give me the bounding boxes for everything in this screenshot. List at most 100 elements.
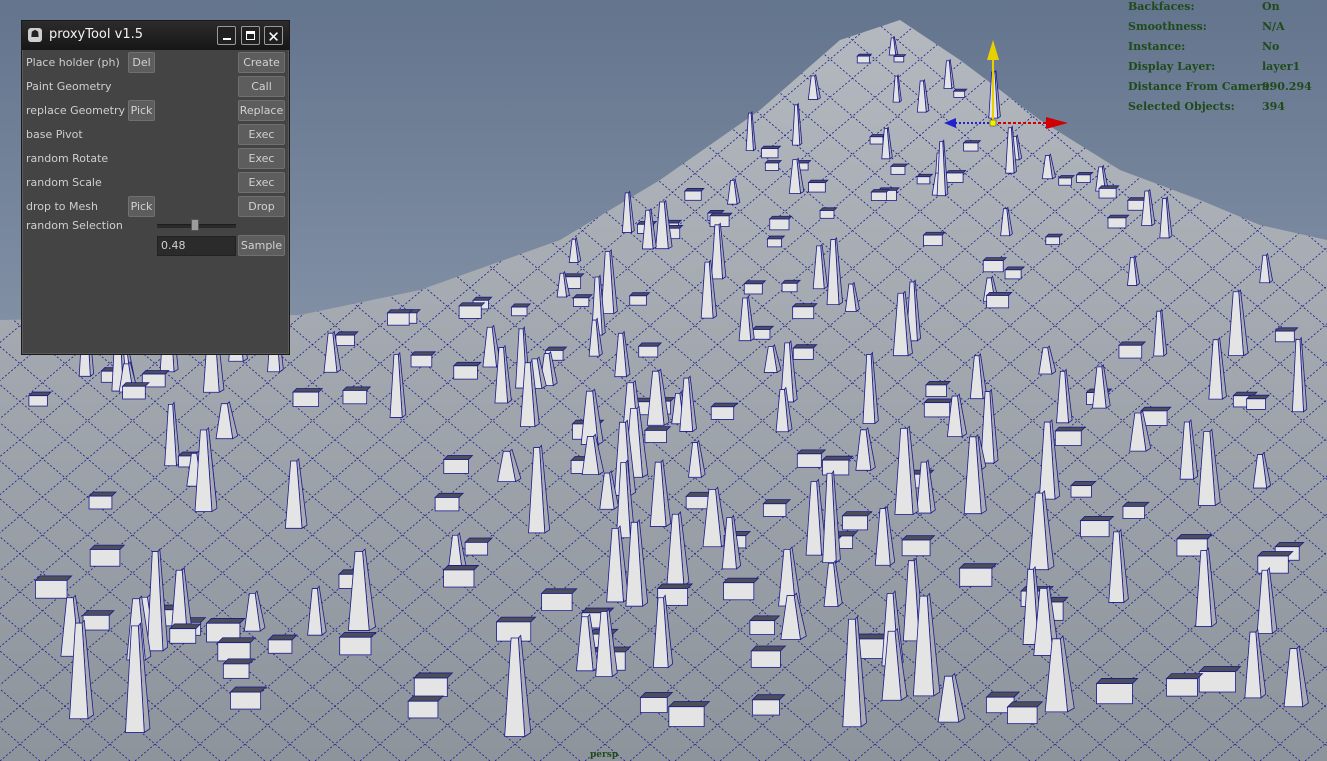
box-proxy[interactable]	[1057, 175, 1075, 186]
box-proxy[interactable]	[923, 398, 955, 418]
box-proxy[interactable]	[781, 279, 802, 293]
box-proxy[interactable]	[628, 292, 651, 306]
box-proxy[interactable]	[386, 309, 414, 326]
box-proxy[interactable]	[1198, 666, 1242, 693]
box-proxy[interactable]	[434, 492, 465, 512]
box-proxy[interactable]	[222, 658, 255, 679]
box-proxy[interactable]	[1118, 341, 1147, 359]
box-proxy[interactable]	[572, 294, 593, 307]
box-proxy[interactable]	[510, 303, 532, 317]
box-proxy[interactable]	[722, 577, 760, 601]
box-proxy[interactable]	[27, 391, 52, 407]
maximize-button[interactable]	[241, 26, 260, 45]
random-scale-exec-button[interactable]: Exec	[238, 172, 285, 193]
box-proxy[interactable]	[540, 588, 578, 612]
box-proxy[interactable]	[760, 145, 782, 159]
box-proxy[interactable]	[901, 535, 936, 557]
box-proxy[interactable]	[1107, 214, 1130, 229]
box-proxy[interactable]	[1245, 394, 1271, 410]
create-button[interactable]: Create	[238, 52, 285, 73]
box-proxy[interactable]	[841, 511, 873, 531]
box-proxy[interactable]	[1098, 185, 1120, 199]
box-proxy[interactable]	[667, 701, 711, 727]
box-proxy[interactable]	[750, 645, 787, 668]
box-proxy[interactable]	[82, 610, 115, 631]
box-proxy[interactable]	[764, 160, 783, 171]
random-rotate-exec-button[interactable]: Exec	[238, 148, 285, 169]
box-proxy[interactable]	[292, 388, 324, 407]
box-proxy[interactable]	[889, 163, 909, 175]
box-proxy[interactable]	[89, 544, 126, 567]
box-proxy[interactable]	[870, 189, 890, 201]
box-proxy[interactable]	[1079, 515, 1115, 538]
box-proxy[interactable]	[442, 565, 480, 588]
box-proxy[interactable]	[452, 361, 482, 380]
box-proxy[interactable]	[495, 616, 537, 642]
box-proxy[interactable]	[121, 382, 150, 400]
box-proxy[interactable]	[413, 672, 454, 698]
box-proxy[interactable]	[1075, 171, 1094, 183]
box-proxy[interactable]	[88, 491, 118, 510]
box-proxy[interactable]	[710, 402, 739, 420]
box-proxy[interactable]	[1006, 701, 1044, 725]
box-proxy[interactable]	[442, 455, 474, 474]
box-proxy[interactable]	[766, 235, 786, 248]
box-proxy[interactable]	[893, 54, 907, 63]
box-proxy[interactable]	[1044, 233, 1064, 246]
box-proxy[interactable]	[768, 215, 793, 231]
box-proxy[interactable]	[168, 623, 202, 644]
proxy-tool-window[interactable]: ☗ proxyTool v1.5 ✕ Place holder (ph) Del…	[21, 20, 290, 355]
replace-button[interactable]: Replace	[238, 100, 285, 121]
box-proxy[interactable]	[1095, 678, 1139, 705]
box-proxy[interactable]	[1054, 426, 1087, 446]
box-proxy[interactable]	[751, 325, 775, 340]
box-proxy[interactable]	[982, 257, 1008, 273]
drop-button[interactable]: Drop	[238, 196, 285, 217]
close-button[interactable]: ✕	[264, 26, 283, 46]
del-button[interactable]: Del	[128, 52, 155, 73]
box-proxy[interactable]	[342, 386, 372, 405]
box-proxy[interactable]	[639, 691, 674, 714]
box-proxy[interactable]	[1122, 501, 1150, 519]
box-proxy[interactable]	[796, 449, 827, 468]
box-proxy[interactable]	[410, 351, 437, 368]
box-proxy[interactable]	[743, 280, 767, 295]
box-proxy[interactable]	[807, 179, 829, 193]
box-proxy[interactable]	[1004, 266, 1026, 280]
box-proxy[interactable]	[962, 140, 982, 152]
box-proxy[interactable]	[216, 637, 257, 662]
box-proxy[interactable]	[683, 188, 705, 201]
box-proxy[interactable]	[762, 499, 792, 517]
minimize-button[interactable]	[217, 26, 236, 45]
random-selection-value-field[interactable]: 0.48	[157, 236, 236, 256]
base-pivot-exec-button[interactable]: Exec	[238, 124, 285, 145]
box-proxy[interactable]	[338, 631, 377, 656]
box-proxy[interactable]	[637, 342, 663, 358]
box-proxy[interactable]	[819, 207, 838, 219]
box-proxy[interactable]	[464, 537, 493, 556]
replace-pick-button[interactable]: Pick	[128, 100, 155, 121]
box-proxy[interactable]	[821, 455, 854, 476]
box-proxy[interactable]	[924, 380, 952, 397]
box-proxy[interactable]	[334, 331, 359, 346]
drop-pick-button[interactable]: Pick	[128, 196, 155, 217]
box-proxy[interactable]	[958, 563, 998, 587]
box-proxy[interactable]	[34, 575, 73, 599]
call-button[interactable]: Call	[238, 76, 285, 97]
box-proxy[interactable]	[985, 291, 1013, 309]
box-proxy[interactable]	[748, 615, 781, 635]
box-proxy[interactable]	[407, 695, 445, 719]
box-proxy[interactable]	[229, 686, 267, 710]
box-proxy[interactable]	[952, 88, 968, 98]
box-proxy[interactable]	[792, 344, 818, 360]
box-proxy[interactable]	[856, 53, 873, 64]
box-proxy[interactable]	[1274, 327, 1299, 343]
box-proxy[interactable]	[643, 426, 672, 443]
box-proxy[interactable]	[1165, 673, 1204, 697]
box-proxy[interactable]	[458, 302, 486, 319]
box-proxy[interactable]	[922, 231, 947, 247]
slider-handle[interactable]	[191, 219, 200, 231]
box-proxy[interactable]	[916, 173, 934, 185]
box-proxy[interactable]	[751, 694, 786, 716]
sample-button[interactable]: Sample	[238, 235, 285, 256]
